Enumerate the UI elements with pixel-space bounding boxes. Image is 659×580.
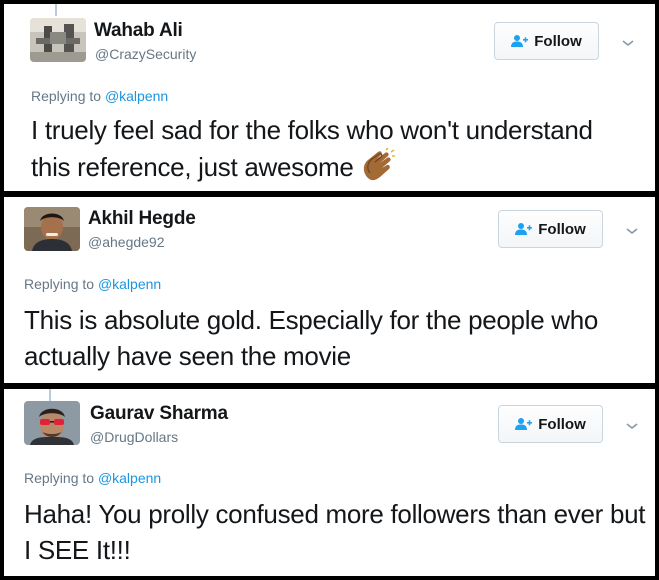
tweet-body: I truely feel sad for the folks who won'… [31, 115, 593, 182]
replying-prefix: Replying to [24, 470, 95, 486]
replying-to: Replying to @kalpenn [24, 470, 161, 486]
follow-button[interactable]: Follow [498, 405, 603, 443]
tweet-card: Akhil Hegde @ahegde92 Follow Replying to… [4, 197, 655, 383]
user-name[interactable]: Gaurav Sharma [90, 403, 228, 425]
clapping-hands-icon [363, 148, 395, 181]
follow-icon [515, 418, 533, 430]
replying-prefix: Replying to [24, 276, 95, 292]
user-name[interactable]: Akhil Hegde [88, 208, 196, 230]
user-name[interactable]: Wahab Ali [94, 20, 183, 42]
tweet-card: Wahab Ali @CrazySecurity Follow Replying… [4, 4, 655, 191]
thread-line [49, 389, 51, 401]
follow-button[interactable]: Follow [498, 210, 603, 248]
follow-label: Follow [538, 415, 586, 433]
follow-icon [515, 223, 533, 235]
thread-line [55, 4, 57, 16]
chevron-down-icon[interactable] [624, 226, 640, 236]
avatar[interactable] [24, 207, 80, 251]
replying-to: Replying to @kalpenn [24, 276, 161, 292]
replying-prefix: Replying to [31, 88, 102, 104]
avatar[interactable] [30, 18, 86, 62]
user-handle[interactable]: @DrugDollars [90, 429, 178, 445]
mention-link[interactable]: @kalpenn [98, 470, 161, 486]
user-handle[interactable]: @ahegde92 [88, 234, 165, 250]
follow-label: Follow [534, 32, 582, 50]
replying-to: Replying to @kalpenn [31, 88, 168, 104]
mention-link[interactable]: @kalpenn [105, 88, 168, 104]
follow-label: Follow [538, 220, 586, 238]
tweet-text: I truely feel sad for the folks who won'… [31, 112, 631, 185]
chevron-down-icon[interactable] [620, 38, 636, 48]
follow-icon [511, 35, 529, 47]
user-handle[interactable]: @CrazySecurity [95, 46, 196, 62]
tweet-text: Haha! You prolly confused more followers… [24, 499, 646, 565]
tweet-card: Gaurav Sharma @DrugDollars Follow Replyi… [4, 389, 655, 576]
tweet-text: This is absolute gold. Especially for th… [24, 305, 599, 371]
mention-link[interactable]: @kalpenn [98, 276, 161, 292]
avatar[interactable] [24, 401, 80, 445]
follow-button[interactable]: Follow [494, 22, 599, 60]
chevron-down-icon[interactable] [624, 421, 640, 431]
